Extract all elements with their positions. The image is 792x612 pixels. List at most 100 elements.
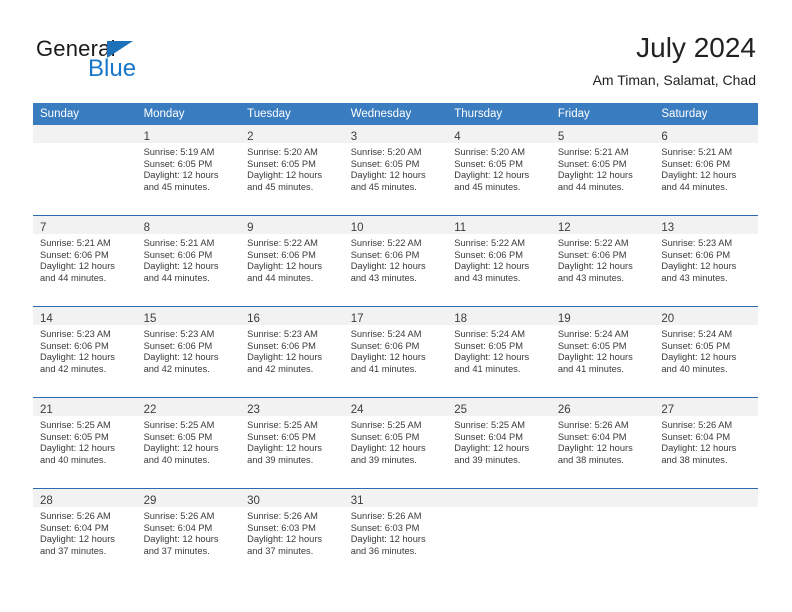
calendar-day-cell[interactable]: 25 Sunrise: 5:25 AM Sunset: 6:04 PM Dayligh… bbox=[447, 397, 551, 489]
generalblue-logo[interactable]: General Blue bbox=[36, 38, 276, 90]
daylight-text: Daylight: 12 hours bbox=[454, 352, 530, 363]
sunset-text: Sunset: 6:06 PM bbox=[661, 249, 731, 260]
day-number: 29 bbox=[143, 495, 157, 507]
daylight-text: Daylight: 12 hours bbox=[557, 170, 633, 181]
daylight-text: Daylight: 12 hours bbox=[40, 534, 115, 545]
daylight-text: Daylight: 12 hours bbox=[557, 261, 633, 272]
day-number-band: 7 bbox=[33, 216, 137, 234]
day-details: Sunrise: 5:26 AM Sunset: 6:03 PM Daylight:… bbox=[344, 507, 448, 557]
calendar-day-cell[interactable]: 18 Sunrise: 5:24 AM Sunset: 6:05 PM Dayligh… bbox=[447, 306, 551, 398]
calendar-day-cell[interactable]: 21 Sunrise: 5:25 AM Sunset: 6:05 PM Dayligh… bbox=[33, 397, 137, 489]
calendar-day-cell[interactable]: 11 Sunrise: 5:22 AM Sunset: 6:06 PM Dayligh… bbox=[447, 215, 551, 307]
day-number-band: 6 bbox=[654, 125, 758, 143]
day-number-band: 16 bbox=[240, 307, 344, 325]
calendar-day-cell[interactable]: 24 Sunrise: 5:25 AM Sunset: 6:05 PM Dayligh… bbox=[343, 397, 448, 489]
day-number-band: 12 bbox=[550, 216, 655, 234]
calendar-day-cell[interactable]: 6 Sunrise: 5:21 AM Sunset: 6:06 PM Daylight… bbox=[654, 125, 758, 216]
sunrise-text: Sunrise: 5:23 AM bbox=[247, 329, 318, 339]
daylight-text-cont: and 42 minutes. bbox=[247, 363, 314, 374]
daylight-text-cont: and 43 minutes. bbox=[661, 272, 728, 283]
day-number-band: 25 bbox=[447, 398, 551, 416]
day-details bbox=[447, 507, 551, 511]
calendar-day-cell[interactable]: 31 Sunrise: 5:26 AM Sunset: 6:03 PM Dayligh… bbox=[343, 488, 448, 579]
daylight-text: Daylight: 12 hours bbox=[454, 443, 530, 454]
daylight-text-cont: and 37 minutes. bbox=[143, 545, 210, 556]
calendar-day-cell[interactable]: 13 Sunrise: 5:23 AM Sunset: 6:06 PM Dayligh… bbox=[654, 215, 758, 307]
sunset-text: Sunset: 6:06 PM bbox=[143, 340, 213, 351]
sunrise-text: Sunrise: 5:20 AM bbox=[350, 147, 422, 157]
sunrise-text: Sunrise: 5:21 AM bbox=[661, 147, 733, 157]
calendar-day-cell[interactable]: 7 Sunrise: 5:21 AM Sunset: 6:06 PM Daylight… bbox=[33, 215, 137, 307]
sunrise-text: Sunrise: 5:24 AM bbox=[454, 329, 526, 339]
calendar-table: Sunday Monday Tuesday Wednesday Thursday Frid… bbox=[33, 103, 758, 579]
calendar-header-row: Sunday Monday Tuesday Wednesday Thursday Frid… bbox=[33, 103, 758, 125]
day-details: Sunrise: 5:22 AM Sunset: 6:06 PM Daylight:… bbox=[551, 234, 655, 284]
calendar-day-cell[interactable]: 8 Sunrise: 5:21 AM Sunset: 6:06 PM Daylight… bbox=[136, 215, 241, 307]
day-details: Sunrise: 5:21 AM Sunset: 6:05 PM Daylight:… bbox=[551, 143, 655, 193]
day-details: Sunrise: 5:23 AM Sunset: 6:06 PM Daylight:… bbox=[33, 325, 137, 375]
calendar-day-cell[interactable]: 22 Sunrise: 5:25 AM Sunset: 6:05 PM Dayligh… bbox=[136, 397, 241, 489]
day-number: 9 bbox=[247, 222, 254, 234]
calendar-week-row: 14 Sunrise: 5:23 AM Sunset: 6:06 PM Dayligh… bbox=[33, 306, 758, 398]
calendar-day-cell[interactable]: 12 Sunrise: 5:22 AM Sunset: 6:06 PM Dayligh… bbox=[550, 215, 655, 307]
calendar-day-cell[interactable]: 3 Sunrise: 5:20 AM Sunset: 6:05 PM Daylight… bbox=[343, 125, 448, 216]
sunset-text: Sunset: 6:06 PM bbox=[40, 340, 109, 351]
calendar-day-cell[interactable]: 26 Sunrise: 5:26 AM Sunset: 6:04 PM Dayligh… bbox=[550, 397, 655, 489]
daylight-text: Daylight: 12 hours bbox=[247, 170, 323, 181]
daylight-text-cont: and 43 minutes. bbox=[350, 272, 417, 283]
day-number: 26 bbox=[557, 404, 571, 416]
day-number-band: 19 bbox=[550, 307, 655, 325]
sunset-text: Sunset: 6:06 PM bbox=[350, 340, 420, 351]
sunset-text: Sunset: 6:06 PM bbox=[661, 158, 731, 169]
calendar-week-row: 1 Sunrise: 5:19 AM Sunset: 6:05 PM Daylight… bbox=[33, 125, 758, 216]
daylight-text: Daylight: 12 hours bbox=[143, 261, 219, 272]
day-details: Sunrise: 5:24 AM Sunset: 6:05 PM Daylight:… bbox=[654, 325, 758, 375]
calendar-day-cell[interactable]: 9 Sunrise: 5:22 AM Sunset: 6:06 PM Daylight… bbox=[240, 215, 344, 307]
day-number: 7 bbox=[40, 222, 47, 234]
calendar-day-cell[interactable]: 2 Sunrise: 5:20 AM Sunset: 6:05 PM Daylight… bbox=[240, 125, 344, 216]
day-number-band: 31 bbox=[343, 489, 448, 507]
sunrise-text: Sunrise: 5:21 AM bbox=[143, 238, 215, 248]
day-number-band: 9 bbox=[240, 216, 344, 234]
calendar-day-cell[interactable]: 16 Sunrise: 5:23 AM Sunset: 6:06 PM Dayligh… bbox=[240, 306, 344, 398]
calendar-day-cell[interactable]: 5 Sunrise: 5:21 AM Sunset: 6:05 PM Daylight… bbox=[550, 125, 655, 216]
day-number: 23 bbox=[247, 404, 260, 416]
daylight-text-cont: and 44 minutes. bbox=[557, 181, 624, 192]
daylight-text: Daylight: 12 hours bbox=[557, 443, 633, 454]
day-number-band: 2 bbox=[240, 125, 344, 143]
calendar-day-cell[interactable]: 19 Sunrise: 5:24 AM Sunset: 6:05 PM Dayligh… bbox=[550, 306, 655, 398]
sunset-text: Sunset: 6:05 PM bbox=[143, 431, 213, 442]
calendar-day-cell[interactable]: 28 Sunrise: 5:26 AM Sunset: 6:04 PM Dayligh… bbox=[33, 488, 137, 579]
weekday-header-saturday: Saturday bbox=[654, 103, 758, 125]
day-number-band: 11 bbox=[447, 216, 551, 234]
calendar-day-cell[interactable]: 23 Sunrise: 5:25 AM Sunset: 6:05 PM Dayligh… bbox=[240, 397, 344, 489]
calendar-day-cell[interactable]: 1 Sunrise: 5:19 AM Sunset: 6:05 PM Daylight… bbox=[136, 125, 241, 216]
title-block: July 2024 Am Timan, Salamat, Chad bbox=[593, 32, 756, 88]
sunset-text: Sunset: 6:05 PM bbox=[247, 158, 316, 169]
daylight-text-cont: and 39 minutes. bbox=[247, 454, 314, 465]
day-number: 30 bbox=[247, 495, 260, 507]
calendar-day-cell[interactable]: 14 Sunrise: 5:23 AM Sunset: 6:06 PM Dayligh… bbox=[33, 306, 137, 398]
day-number-band: 13 bbox=[654, 216, 758, 234]
daylight-text: Daylight: 12 hours bbox=[350, 443, 426, 454]
calendar-day-cell[interactable]: 4 Sunrise: 5:20 AM Sunset: 6:05 PM Daylight… bbox=[447, 125, 551, 216]
sunset-text: Sunset: 6:05 PM bbox=[557, 340, 627, 351]
daylight-text-cont: and 38 minutes. bbox=[661, 454, 728, 465]
calendar-day-cell[interactable]: 17 Sunrise: 5:24 AM Sunset: 6:06 PM Dayligh… bbox=[343, 306, 448, 398]
sunset-text: Sunset: 6:03 PM bbox=[247, 522, 316, 533]
daylight-text-cont: and 44 minutes. bbox=[661, 181, 728, 192]
day-details: Sunrise: 5:20 AM Sunset: 6:05 PM Daylight:… bbox=[240, 143, 344, 193]
calendar-day-cell[interactable]: 20 Sunrise: 5:24 AM Sunset: 6:05 PM Dayligh… bbox=[654, 306, 758, 398]
weekday-header-tuesday: Tuesday bbox=[240, 103, 344, 125]
calendar-day-cell[interactable]: 27 Sunrise: 5:26 AM Sunset: 6:04 PM Dayligh… bbox=[654, 397, 758, 489]
calendar-day-cell[interactable]: 29 Sunrise: 5:26 AM Sunset: 6:04 PM Dayligh… bbox=[136, 488, 241, 579]
calendar-day-cell[interactable]: 15 Sunrise: 5:23 AM Sunset: 6:06 PM Dayligh… bbox=[136, 306, 241, 398]
sunrise-text: Sunrise: 5:26 AM bbox=[143, 511, 215, 521]
sunrise-text: Sunrise: 5:19 AM bbox=[143, 147, 215, 157]
daylight-text: Daylight: 12 hours bbox=[454, 170, 530, 181]
sunrise-text: Sunrise: 5:26 AM bbox=[557, 420, 629, 430]
calendar-day-cell[interactable]: 10 Sunrise: 5:22 AM Sunset: 6:06 PM Dayligh… bbox=[343, 215, 448, 307]
day-number-band: 30 bbox=[240, 489, 344, 507]
day-number-band bbox=[654, 489, 758, 507]
calendar-day-cell[interactable]: 30 Sunrise: 5:26 AM Sunset: 6:03 PM Dayligh… bbox=[240, 488, 344, 579]
